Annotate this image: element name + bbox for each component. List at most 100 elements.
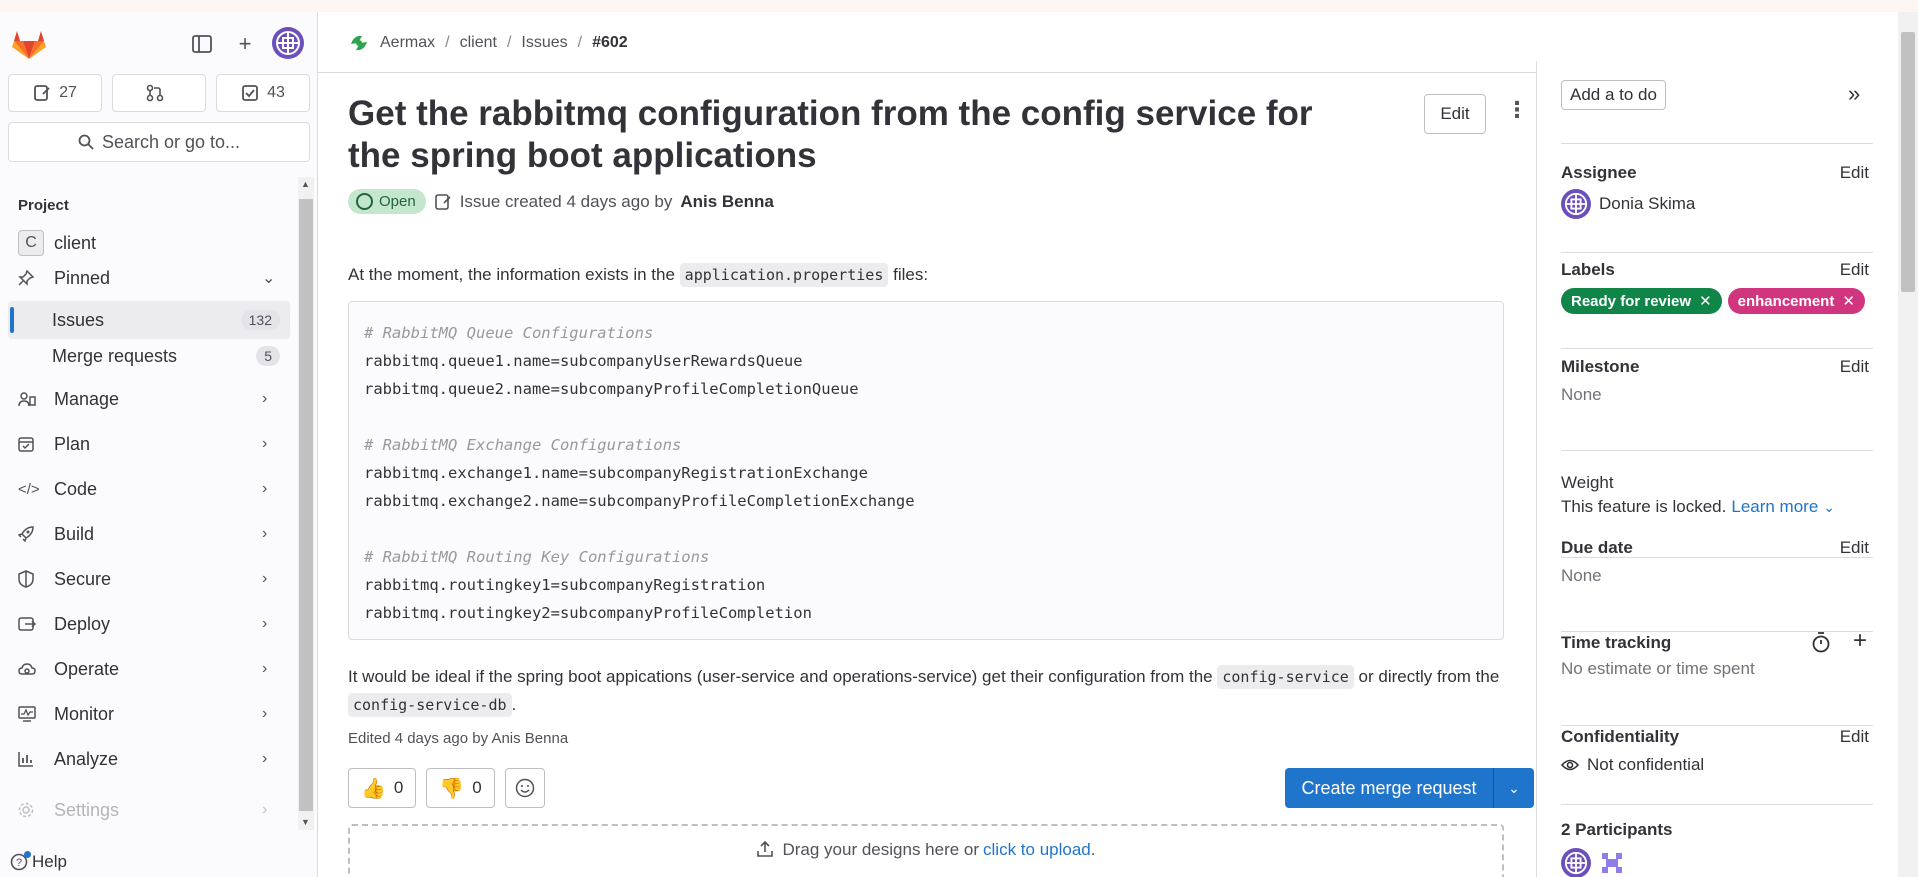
sidebar-scroll-thumb[interactable] xyxy=(299,199,313,811)
chevron-right-icon: › xyxy=(262,750,268,767)
chevron-right-icon: › xyxy=(262,705,268,722)
sidebar-item-code[interactable]: </> Code › xyxy=(8,470,290,508)
add-todo-button[interactable]: Add a to do xyxy=(1561,80,1666,110)
remove-label-icon[interactable]: ✕ xyxy=(1699,292,1712,310)
breadcrumb-project[interactable]: client xyxy=(460,34,497,52)
assigned-issues-button[interactable]: 27 xyxy=(8,74,102,112)
design-dropzone[interactable]: Drag your designs here or click to uploa… xyxy=(348,824,1504,877)
code-line: rabbitmq.queue2.name=subcompanyProfileCo… xyxy=(364,380,859,398)
page-title: Get the rabbitmq configuration from the … xyxy=(348,94,1313,175)
sidebar-item-deploy[interactable]: Deploy › xyxy=(8,605,290,643)
breadcrumb-group[interactable]: Aermax xyxy=(380,34,435,52)
help-button[interactable]: ? Help xyxy=(10,851,67,872)
search-label: Search or go to... xyxy=(101,131,241,152)
merge-requests-badge: 5 xyxy=(256,346,280,366)
breadcrumb: Aermax / client / Issues / #602 xyxy=(348,32,628,54)
sidebar-item-settings[interactable]: Settings › xyxy=(8,791,290,829)
add-reaction-button[interactable] xyxy=(504,768,545,808)
merge-requests-button[interactable] xyxy=(112,74,206,112)
scroll-down-icon[interactable]: ▼ xyxy=(301,817,310,827)
breadcrumb-separator: / xyxy=(506,34,512,51)
inline-code: config-service-db xyxy=(348,693,512,717)
sidebar-item-plan[interactable]: Plan › xyxy=(8,425,290,463)
edit-labels-button[interactable]: Edit xyxy=(1840,260,1869,280)
text: or directly from the xyxy=(1358,667,1500,686)
author-link[interactable]: Anis Benna xyxy=(680,192,774,212)
participants-title: 2 Participants xyxy=(1561,820,1673,839)
stopwatch-icon[interactable] xyxy=(1811,631,1831,658)
create-merge-request-label[interactable]: Create merge request xyxy=(1285,768,1494,808)
upload-link[interactable]: click to upload xyxy=(983,840,1091,859)
project-link[interactable]: C client xyxy=(8,224,290,262)
chevron-down-icon[interactable]: ⌄ xyxy=(1494,768,1534,808)
breadcrumb-current[interactable]: #602 xyxy=(592,34,628,52)
divider xyxy=(1561,143,1873,144)
thumbs-down-button[interactable]: 👎 0 xyxy=(426,768,495,808)
description-paragraph-2: It would be ideal if the spring boot app… xyxy=(348,663,1508,719)
sidebar-item-label: Merge requests xyxy=(52,345,178,366)
chevron-right-icon: › xyxy=(262,435,268,452)
participants-section: 2 Participants xyxy=(1561,820,1873,877)
user-avatar[interactable] xyxy=(272,27,304,59)
sidebar-item-build[interactable]: Build › xyxy=(8,515,290,553)
collapse-sidebar-icon[interactable]: » xyxy=(1848,81,1860,107)
page-scroll-thumb[interactable] xyxy=(1901,32,1915,292)
text: At the moment, the information exists in… xyxy=(348,265,675,284)
gitlab-logo-icon[interactable] xyxy=(12,28,46,60)
sidebar-header: + xyxy=(0,12,318,74)
sidebar-item-label: Code xyxy=(54,478,98,499)
add-time-icon[interactable]: + xyxy=(1853,627,1867,655)
toggle-sidebar-icon[interactable] xyxy=(186,28,218,60)
todos-button[interactable]: 43 xyxy=(216,74,310,112)
sidebar-item-merge-requests[interactable]: Merge requests 5 xyxy=(8,337,290,375)
sidebar-item-operate[interactable]: Operate › xyxy=(8,650,290,688)
learn-more-link[interactable]: Learn more xyxy=(1731,497,1818,517)
confidentiality-row: Not confidential xyxy=(1561,755,1873,775)
svg-text:?: ? xyxy=(16,857,22,869)
assignee-row[interactable]: Donia Skima xyxy=(1561,189,1873,219)
pinned-toggle[interactable]: Pinned ⌄ xyxy=(8,259,290,297)
chevron-right-icon: › xyxy=(262,480,268,497)
help-icon: ? xyxy=(10,851,31,871)
edit-issue-button[interactable]: Edit xyxy=(1424,94,1486,134)
group-avatar-icon[interactable] xyxy=(348,32,370,54)
label-pill[interactable]: enhancement ✕ xyxy=(1727,288,1865,314)
project-avatar: C xyxy=(18,230,46,256)
participant-avatar[interactable] xyxy=(1561,848,1591,877)
create-merge-request-button[interactable]: Create merge request ⌄ xyxy=(1285,768,1534,808)
calendar-icon xyxy=(18,436,46,452)
participant-avatar[interactable] xyxy=(1597,848,1627,877)
breadcrumb-issues[interactable]: Issues xyxy=(521,34,567,52)
create-new-icon[interactable]: + xyxy=(229,28,261,60)
merge-request-icon xyxy=(146,84,164,102)
chevron-right-icon: › xyxy=(262,525,268,542)
edit-milestone-button[interactable]: Edit xyxy=(1840,357,1869,377)
due-date-section: Due date Edit None xyxy=(1561,538,1873,632)
sidebar-scrollbar[interactable]: ▲ ▼ xyxy=(298,177,314,830)
sidebar-nav: Project C client Pinned ⌄ Issues 132 Mer… xyxy=(0,177,296,852)
status-label: Open xyxy=(379,193,416,210)
edit-due-date-button[interactable]: Edit xyxy=(1840,538,1869,558)
scroll-up-icon[interactable]: ▲ xyxy=(301,179,310,189)
sidebar-item-issues[interactable]: Issues 132 xyxy=(8,301,290,339)
label-pill[interactable]: Ready for review ✕ xyxy=(1561,288,1722,314)
chevron-down-icon[interactable]: ⌄ xyxy=(1823,499,1835,516)
edit-assignee-button[interactable]: Edit xyxy=(1840,163,1869,183)
more-actions-icon[interactable]: ⋮ xyxy=(1506,97,1528,123)
sidebar-item-monitor[interactable]: Monitor › xyxy=(8,695,290,733)
search-button[interactable]: Search or go to... xyxy=(8,122,310,162)
confidentiality-title: Confidentiality xyxy=(1561,727,1680,746)
description-paragraph-1: At the moment, the information exists in… xyxy=(348,263,928,287)
assignee-section: Assignee Edit Donia Skima xyxy=(1561,163,1873,253)
remove-label-icon[interactable]: ✕ xyxy=(1842,292,1855,310)
help-label: Help xyxy=(32,852,67,871)
sidebar-item-manage[interactable]: Manage › xyxy=(8,380,290,418)
text: . xyxy=(1090,840,1096,859)
page-scrollbar[interactable] xyxy=(1898,12,1918,877)
edit-confidentiality-button[interactable]: Edit xyxy=(1840,727,1869,747)
sidebar-item-secure[interactable]: Secure › xyxy=(8,560,290,598)
code-icon: </> xyxy=(18,480,40,498)
sidebar-item-analyze[interactable]: Analyze › xyxy=(8,740,290,778)
inline-code: application.properties xyxy=(679,263,889,287)
thumbs-up-button[interactable]: 👍 0 xyxy=(348,768,417,808)
